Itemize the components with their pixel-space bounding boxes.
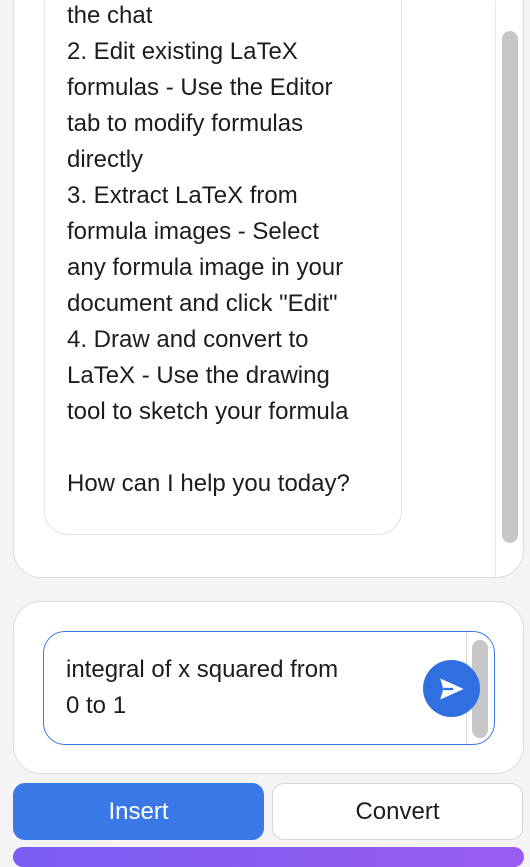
message-input-text[interactable]: integral of x squared from 0 to 1 — [66, 652, 386, 724]
chat-panel: the chat 2. Edit existing LaTeX formulas… — [13, 0, 524, 578]
convert-button[interactable]: Convert — [272, 783, 523, 840]
chat-scrollbar-thumb[interactable] — [502, 31, 518, 543]
send-button[interactable] — [423, 660, 480, 717]
chat-scrollbar-track[interactable] — [495, 1, 496, 577]
assistant-message-bubble: the chat 2. Edit existing LaTeX formulas… — [44, 0, 402, 535]
insert-button[interactable]: Insert — [13, 783, 264, 840]
send-icon — [439, 678, 464, 699]
assistant-message-text: the chat 2. Edit existing LaTeX formulas… — [67, 2, 350, 497]
bottom-action-bar[interactable] — [13, 847, 524, 867]
